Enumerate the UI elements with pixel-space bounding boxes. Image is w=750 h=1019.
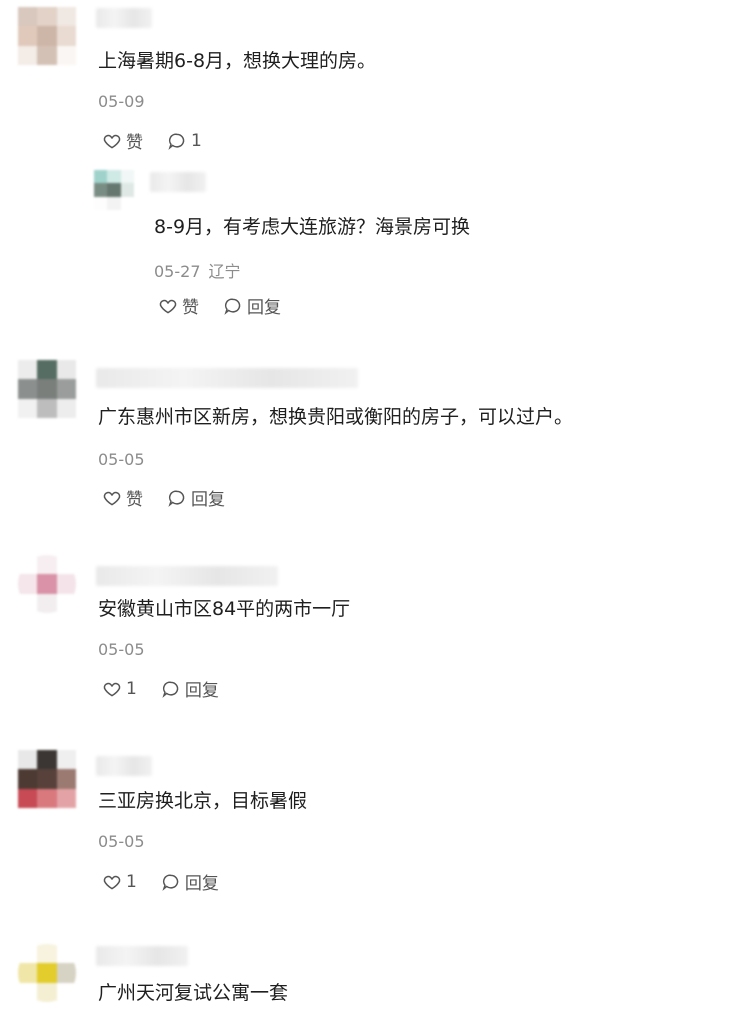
heart-outline-icon: [103, 134, 121, 149]
comment-actions: 1 回复: [102, 869, 243, 894]
heart-outline-icon: [103, 682, 121, 697]
reply-button[interactable]: 回复: [161, 869, 219, 894]
blurred-username: [150, 172, 206, 192]
like-button[interactable]: 赞: [102, 128, 143, 153]
comment-date: 05-09: [98, 92, 145, 111]
comment-text: 8-9月，有考虑大连旅游？海景房可换: [154, 216, 471, 238]
avatar[interactable]: [18, 944, 76, 1002]
blurred-username: [96, 368, 358, 388]
comment-actions: 1 回复: [102, 676, 243, 701]
comment-actions: 赞 回复: [158, 293, 305, 318]
avatar[interactable]: [18, 360, 76, 418]
speech-bubble-icon: [168, 133, 185, 150]
comment-text: 广州天河复试公寓一套: [98, 982, 289, 1004]
comment-meta: 05-05: [98, 640, 145, 659]
comment-date: 05-05: [98, 450, 145, 469]
heart-outline-icon: [103, 491, 121, 506]
comment-meta: 05-05: [98, 450, 145, 469]
blurred-username: [96, 566, 278, 586]
like-label: 赞: [182, 298, 199, 318]
blurred-username: [96, 8, 152, 28]
blurred-username: [96, 946, 188, 966]
reply-label: 回复: [247, 298, 281, 318]
comment-actions: 赞 1: [102, 128, 226, 153]
speech-bubble-icon: [224, 298, 241, 315]
reply-button[interactable]: 回复: [223, 293, 281, 318]
like-button[interactable]: 1: [102, 872, 137, 892]
speech-bubble-icon: [162, 681, 179, 698]
comment-meta: 05-09: [98, 92, 145, 111]
comment-location: 辽宁: [208, 262, 241, 281]
comment-text: 上海暑期6-8月，想换大理的房。: [98, 50, 377, 72]
speech-bubble-icon: [168, 490, 185, 507]
like-button[interactable]: 赞: [102, 485, 143, 510]
reply-button[interactable]: 1: [167, 131, 202, 151]
avatar[interactable]: [18, 7, 76, 65]
comment-text: 安徽黄山市区84平的两市一厅: [98, 598, 351, 620]
like-label: 1: [126, 871, 137, 892]
heart-outline-icon: [159, 299, 177, 314]
comment-date: 05-05: [98, 832, 145, 851]
comment-date: 05-27: [154, 262, 201, 281]
like-label: 1: [126, 678, 137, 699]
like-button[interactable]: 赞: [158, 293, 199, 318]
like-button[interactable]: 1: [102, 679, 137, 699]
heart-outline-icon: [103, 875, 121, 890]
reply-label: 回复: [191, 490, 225, 510]
reply-button[interactable]: 回复: [167, 485, 225, 510]
avatar[interactable]: [18, 750, 76, 808]
comment-text: 广东惠州市区新房，想换贵阳或衡阳的房子，可以过户。: [98, 406, 574, 428]
comment-text: 三亚房换北京，目标暑假: [98, 790, 308, 812]
comment-actions: 赞 回复: [102, 485, 249, 510]
comment-date: 05-05: [98, 640, 145, 659]
reply-label: 回复: [184, 874, 219, 894]
reply-label: 1: [191, 130, 202, 151]
blurred-username: [96, 756, 152, 776]
avatar[interactable]: [94, 170, 134, 210]
like-label: 赞: [126, 133, 143, 153]
like-label: 赞: [126, 490, 143, 510]
avatar[interactable]: [18, 555, 76, 613]
comment-meta: 05-27 辽宁: [154, 258, 241, 282]
reply-label: 回复: [184, 681, 219, 701]
speech-bubble-icon: [162, 874, 179, 891]
reply-button[interactable]: 回复: [161, 676, 219, 701]
comment-meta: 05-05: [98, 832, 145, 851]
